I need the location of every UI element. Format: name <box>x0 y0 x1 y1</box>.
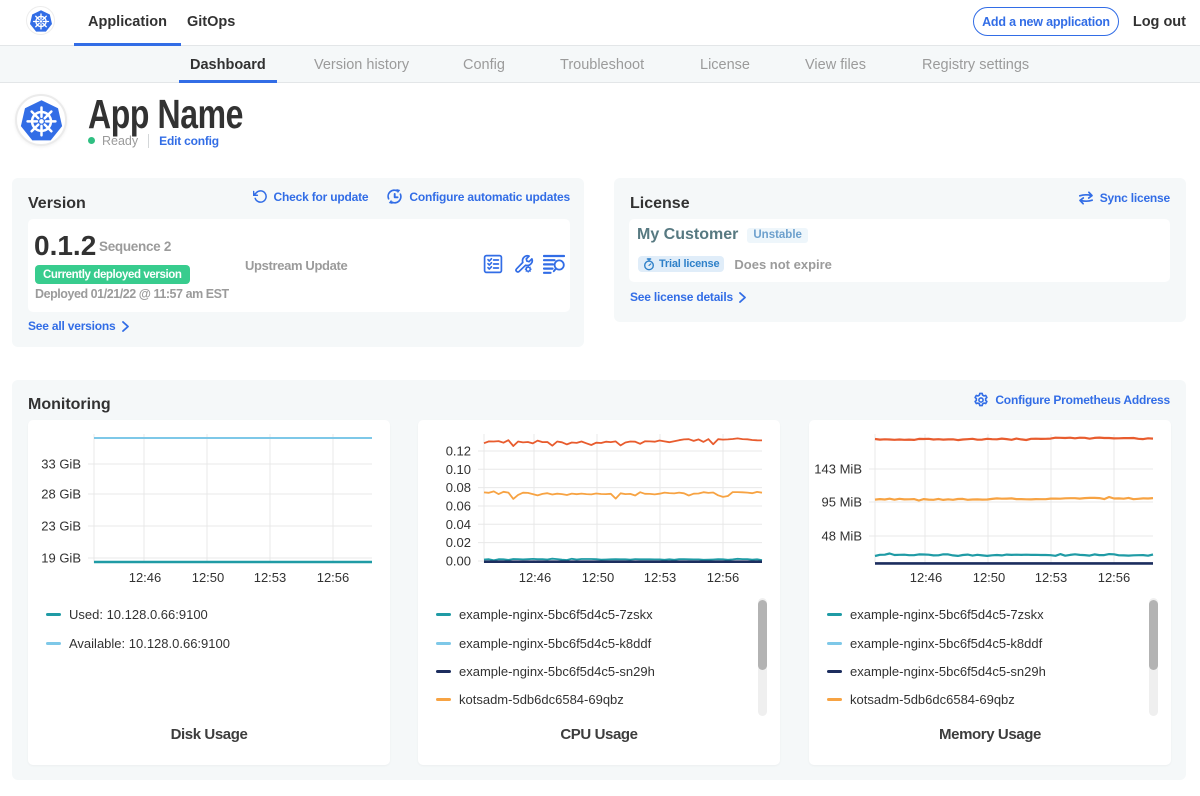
svg-text:33 GiB: 33 GiB <box>41 457 81 472</box>
svg-text:12:56: 12:56 <box>1098 570 1131 585</box>
svg-text:12:53: 12:53 <box>644 570 677 585</box>
svg-text:23 GiB: 23 GiB <box>41 519 81 534</box>
svg-text:0.04: 0.04 <box>446 517 471 532</box>
svg-text:12:50: 12:50 <box>192 570 225 585</box>
svg-text:12:53: 12:53 <box>254 570 287 585</box>
svg-text:12:46: 12:46 <box>519 570 552 585</box>
svg-text:0.06: 0.06 <box>446 499 471 514</box>
svg-text:28 GiB: 28 GiB <box>41 487 81 502</box>
svg-text:12:46: 12:46 <box>910 570 943 585</box>
svg-text:12:46: 12:46 <box>129 570 162 585</box>
svg-text:19 GiB: 19 GiB <box>41 551 81 566</box>
svg-text:0.00: 0.00 <box>446 554 471 569</box>
svg-text:0.12: 0.12 <box>446 444 471 459</box>
svg-text:48 MiB: 48 MiB <box>822 529 862 544</box>
svg-text:12:50: 12:50 <box>973 570 1006 585</box>
svg-text:143 MiB: 143 MiB <box>814 462 862 477</box>
svg-text:95 MiB: 95 MiB <box>822 495 862 510</box>
svg-text:12:53: 12:53 <box>1035 570 1068 585</box>
svg-text:12:56: 12:56 <box>317 570 350 585</box>
svg-text:12:56: 12:56 <box>707 570 740 585</box>
svg-text:0.02: 0.02 <box>446 535 471 550</box>
svg-text:0.10: 0.10 <box>446 462 471 477</box>
svg-text:12:50: 12:50 <box>582 570 615 585</box>
svg-text:0.08: 0.08 <box>446 480 471 495</box>
